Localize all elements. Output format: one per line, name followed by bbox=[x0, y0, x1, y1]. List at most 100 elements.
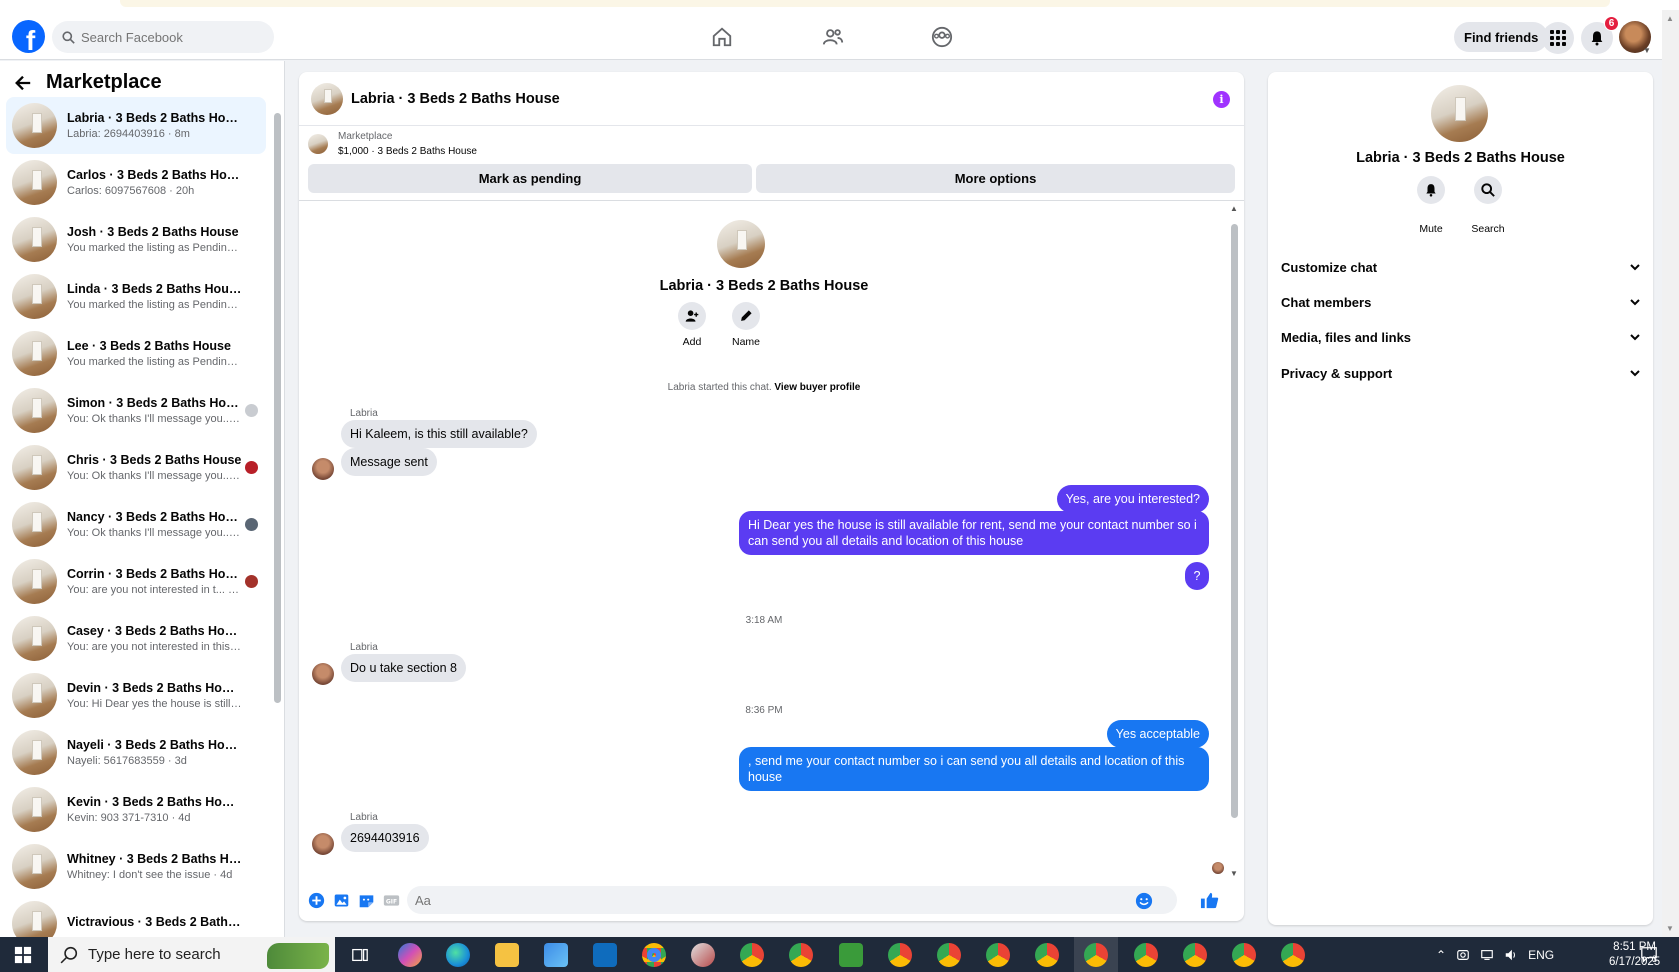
emoji-icon[interactable] bbox=[1135, 892, 1153, 913]
conversation-item[interactable]: Josh · 3 Beds 2 Baths House You marked th… bbox=[6, 211, 266, 268]
message-input[interactable] bbox=[415, 892, 1115, 908]
photo-icon[interactable] bbox=[333, 892, 350, 909]
outgoing-message[interactable]: Hi Dear yes the house is still available… bbox=[739, 511, 1209, 555]
camera-icon[interactable] bbox=[1456, 948, 1470, 962]
chrome-icon[interactable] bbox=[1084, 943, 1108, 967]
sender-avatar[interactable] bbox=[312, 458, 334, 480]
friends-icon[interactable] bbox=[820, 24, 846, 50]
home-icon[interactable] bbox=[709, 24, 735, 50]
notification-center-icon[interactable]: 3 bbox=[1640, 945, 1658, 964]
like-icon[interactable] bbox=[1200, 891, 1219, 913]
add-member-button[interactable] bbox=[678, 302, 706, 330]
conversation-item[interactable]: Devin · 3 Beds 2 Baths House You: Hi Dear… bbox=[6, 667, 266, 724]
file-explorer-icon[interactable] bbox=[495, 943, 519, 967]
listing-bar[interactable]: Marketplace $1,000 · 3 Beds 2 Baths Hous… bbox=[308, 129, 477, 159]
info-icon[interactable]: i bbox=[1213, 91, 1230, 108]
task-view-icon[interactable] bbox=[351, 946, 369, 964]
info-avatar[interactable] bbox=[1431, 85, 1488, 142]
taskbar-search[interactable]: Type here to search bbox=[48, 937, 335, 972]
sidebar-scrollbar[interactable] bbox=[273, 99, 281, 935]
conversation-item[interactable]: Whitney · 3 Beds 2 Baths House Whitney: I… bbox=[6, 838, 266, 895]
incoming-message[interactable]: Do u take section 8 bbox=[341, 654, 467, 682]
outgoing-message[interactable]: Yes acceptable bbox=[1106, 720, 1209, 748]
facebook-logo-icon[interactable]: f bbox=[12, 20, 45, 53]
scrollbar-thumb[interactable] bbox=[274, 113, 281, 703]
privacy-support-row[interactable]: Privacy & support bbox=[1281, 358, 1641, 388]
conversation-item[interactable]: Chris · 3 Beds 2 Baths House You: Ok than… bbox=[6, 439, 266, 496]
conversation-item[interactable]: Nancy · 3 Beds 2 Baths House You: Ok than… bbox=[6, 496, 266, 553]
conversation-item[interactable]: Carlos · 3 Beds 2 Baths House Carlos: 609… bbox=[6, 154, 266, 211]
customize-chat-row[interactable]: Customize chat bbox=[1281, 252, 1641, 282]
notifications-button[interactable]: 6 bbox=[1581, 16, 1619, 54]
chevron-down-icon[interactable]: ▼ bbox=[1643, 46, 1651, 55]
rename-button[interactable] bbox=[732, 302, 760, 330]
groups-icon[interactable] bbox=[929, 24, 955, 50]
conversation-item[interactable]: Simon · 3 Beds 2 Baths House You: Ok than… bbox=[6, 382, 266, 439]
incoming-message[interactable]: 2694403916 bbox=[341, 824, 429, 852]
sheets-icon[interactable] bbox=[839, 943, 863, 967]
edge-icon[interactable] bbox=[446, 943, 470, 967]
incoming-message[interactable]: Message sent bbox=[341, 448, 437, 476]
message-input-box[interactable] bbox=[407, 886, 1177, 914]
scrollbar-thumb[interactable] bbox=[1231, 224, 1238, 818]
mark-pending-button[interactable]: Mark as pending bbox=[308, 164, 752, 193]
sticker-icon[interactable] bbox=[358, 892, 375, 909]
chrome-icon[interactable] bbox=[888, 943, 912, 967]
scroll-up-icon[interactable]: ▲ bbox=[1666, 14, 1674, 23]
store-icon[interactable] bbox=[544, 943, 568, 967]
conversation-item[interactable]: Casey · 3 Beds 2 Baths House You: are you… bbox=[6, 610, 266, 667]
back-arrow-icon[interactable] bbox=[14, 74, 32, 92]
windows-start-button[interactable] bbox=[0, 937, 46, 972]
chat-title[interactable]: Labria · 3 Beds 2 Baths House bbox=[351, 91, 560, 107]
incoming-message[interactable]: Hi Kaleem, is this still available? bbox=[341, 420, 537, 448]
conversation-avatar[interactable] bbox=[717, 220, 765, 268]
scroll-down-icon[interactable]: ▼ bbox=[1666, 924, 1674, 933]
copilot-icon[interactable] bbox=[398, 943, 422, 967]
chat-members-row[interactable]: Chat members bbox=[1281, 287, 1641, 317]
chrome-icon[interactable] bbox=[642, 943, 666, 967]
chat-avatar[interactable] bbox=[311, 82, 343, 115]
scroll-up-icon[interactable]: ▲ bbox=[1230, 204, 1238, 213]
search-in-chat-button[interactable] bbox=[1474, 176, 1502, 204]
sender-avatar[interactable] bbox=[312, 833, 334, 855]
chrome-icon[interactable] bbox=[740, 943, 764, 967]
outgoing-message[interactable]: Yes, are you interested? bbox=[1056, 485, 1209, 513]
conversation-item[interactable]: Labria · 3 Beds 2 Baths House Labria: 269… bbox=[6, 97, 266, 154]
gif-icon[interactable]: GIF bbox=[383, 892, 400, 909]
chrome-icon[interactable] bbox=[1183, 943, 1207, 967]
conversation-item[interactable]: Lee · 3 Beds 2 Baths House You marked the… bbox=[6, 325, 266, 382]
chrome-icon[interactable] bbox=[986, 943, 1010, 967]
chrome-icon[interactable] bbox=[1035, 943, 1059, 967]
conversation-item[interactable]: Corrin · 3 Beds 2 Baths House You: are yo… bbox=[6, 553, 266, 610]
outgoing-message[interactable]: ? bbox=[1185, 562, 1209, 590]
outgoing-message[interactable]: , send me your contact number so i can s… bbox=[739, 747, 1209, 791]
chrome-icon[interactable] bbox=[937, 943, 961, 967]
chrome-icon[interactable] bbox=[1232, 943, 1256, 967]
conversation-item[interactable]: Nayeli · 3 Beds 2 Baths House Nayeli: 561… bbox=[6, 724, 266, 781]
search-input[interactable] bbox=[81, 29, 261, 45]
chevron-up-icon[interactable]: ⌃ bbox=[1436, 948, 1446, 962]
app-icon[interactable] bbox=[691, 943, 715, 967]
network-icon[interactable] bbox=[1480, 948, 1494, 962]
conversation-item[interactable]: Victravious · 3 Beds 2 Baths Ho... bbox=[6, 895, 266, 937]
outlook-icon[interactable] bbox=[593, 943, 617, 967]
conversation-item[interactable]: Kevin · 3 Beds 2 Baths House Kevin: 903 3… bbox=[6, 781, 266, 838]
language-indicator[interactable]: ENG bbox=[1528, 948, 1554, 962]
more-options-button[interactable]: More options bbox=[756, 164, 1235, 193]
mute-button[interactable] bbox=[1417, 176, 1445, 204]
menu-grid-button[interactable] bbox=[1542, 22, 1574, 54]
plus-circle-icon[interactable] bbox=[308, 892, 325, 909]
facebook-search[interactable] bbox=[52, 21, 274, 53]
chrome-icon[interactable] bbox=[1281, 943, 1305, 967]
conversation-item[interactable]: Linda · 3 Beds 2 Baths House You marked t… bbox=[6, 268, 266, 325]
page-scrollbar[interactable]: ▲ ▼ bbox=[1662, 10, 1679, 937]
find-friends-button[interactable]: Find friends bbox=[1454, 22, 1549, 52]
scroll-down-icon[interactable]: ▼ bbox=[1230, 869, 1238, 878]
chrome-icon[interactable] bbox=[1134, 943, 1158, 967]
media-files-links-row[interactable]: Media, files and links bbox=[1281, 322, 1641, 352]
view-buyer-profile-link[interactable]: View buyer profile bbox=[774, 382, 860, 393]
volume-icon[interactable] bbox=[1504, 948, 1518, 962]
chat-scrollbar[interactable]: ▲ ▼ bbox=[1229, 202, 1239, 880]
sender-avatar[interactable] bbox=[312, 663, 334, 685]
chrome-gmail-icon[interactable] bbox=[789, 943, 813, 967]
